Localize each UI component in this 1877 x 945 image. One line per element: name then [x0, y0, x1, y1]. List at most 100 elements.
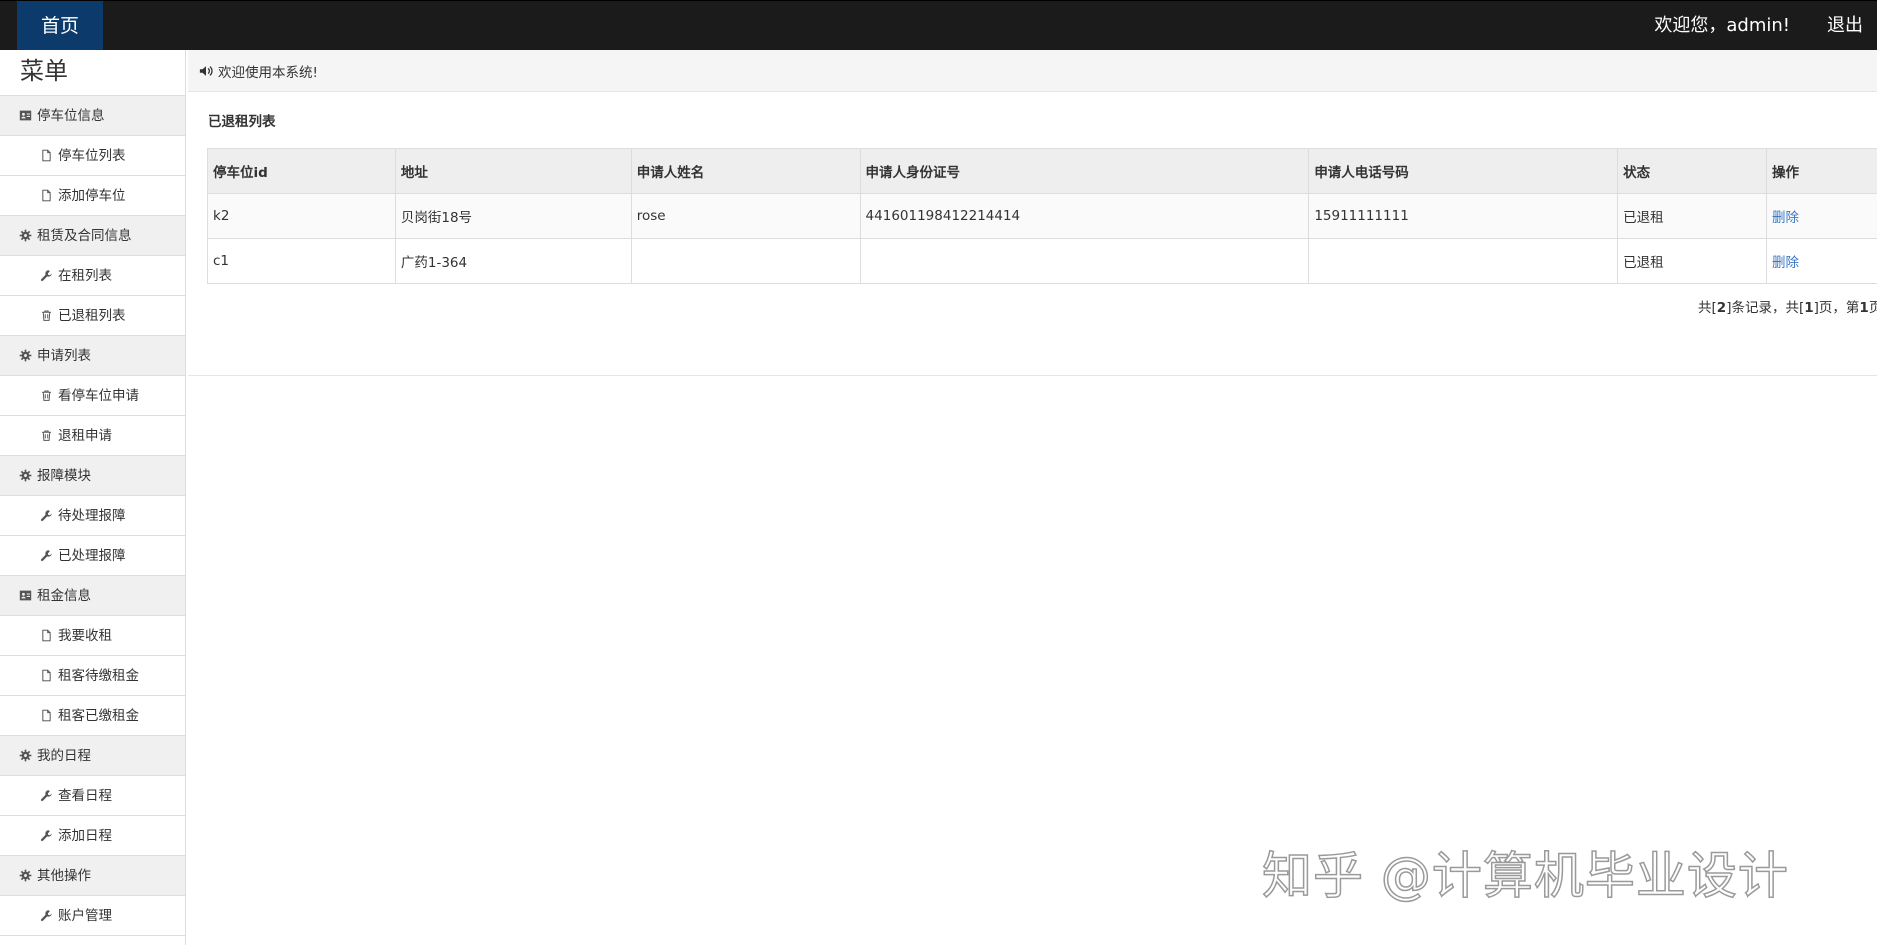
sidebar-item-label: 退租申请	[58, 427, 112, 444]
cell-address: 贝岗街18号	[394, 193, 632, 239]
gear-icon	[17, 868, 33, 884]
sidebar-item-5-0[interactable]: 查看日程	[0, 776, 185, 816]
sidebar-group-label: 报障模块	[37, 467, 91, 484]
file-icon	[38, 628, 54, 644]
trash-icon	[38, 428, 54, 444]
delete-link[interactable]: 删除	[1772, 210, 1799, 226]
sidebar-group-label: 停车位信息	[37, 107, 105, 124]
col-header-id-number: 申请人身份证号	[859, 148, 1310, 194]
cell-parking-id: k2	[207, 193, 396, 239]
file-icon	[38, 708, 54, 724]
cell-action: 删除	[1766, 193, 1877, 239]
col-header-address: 地址	[394, 148, 632, 194]
sidebar-group-6[interactable]: 其他操作	[0, 856, 185, 896]
sidebar-item-4-0[interactable]: 我要收租	[0, 616, 185, 656]
panel-title: 已退租列表	[208, 114, 276, 130]
sidebar-item-1-1[interactable]: 已退租列表	[0, 296, 185, 336]
menu-list: 停车位信息停车位列表添加停车位租赁及合同信息 在租列表已退租列表申请列表看停车位申…	[0, 96, 185, 936]
sidebar-menu: 菜单 停车位信息停车位列表添加停车位租赁及合同信息 在租列表已退租列表申请列表看停…	[0, 50, 186, 945]
sidebar-item-label: 租客已缴租金	[58, 707, 139, 724]
sidebar-group-3[interactable]: 报障模块	[0, 456, 185, 496]
welcome-text: 欢迎您，admin!	[1654, 15, 1790, 36]
sidebar-item-1-0[interactable]: 在租列表	[0, 256, 185, 296]
cell-phone	[1308, 238, 1619, 284]
sidebar-item-label: 已退租列表	[58, 307, 126, 324]
col-header-phone: 申请人电话号码	[1308, 148, 1619, 194]
cell-id-number: 441601198412214414	[859, 193, 1310, 239]
file-icon	[38, 668, 54, 684]
sidebar-item-label: 添加停车位	[58, 187, 126, 204]
sidebar-item-label: 账户管理	[58, 907, 112, 924]
sidebar-group-label: 申请列表	[37, 347, 91, 364]
sidebar-item-label: 停车位列表	[58, 147, 126, 164]
file-icon	[38, 148, 54, 164]
cell-id-number	[859, 238, 1310, 284]
sidebar-item-label: 在租列表	[58, 267, 112, 284]
gear-icon	[17, 228, 33, 244]
sidebar-group-5[interactable]: 我的日程	[0, 736, 185, 776]
list-panel: 已退租列表 停车位id 地址 申请人姓名 申请人身份证号 申请人电话号码 状态	[188, 92, 1877, 376]
cell-action: 删除	[1766, 238, 1877, 284]
table-header-row: 停车位id 地址 申请人姓名 申请人身份证号 申请人电话号码 状态 操作	[207, 148, 1877, 194]
wrench-icon	[38, 548, 54, 564]
total-records: 2	[1716, 300, 1727, 316]
top-navbar: 首页 欢迎您，admin! 退出	[0, 0, 1877, 51]
gear-icon	[17, 468, 33, 484]
sidebar-item-label: 添加日程	[58, 827, 112, 844]
cell-status: 已退租	[1617, 238, 1768, 284]
sidebar-group-1[interactable]: 租赁及合同信息	[0, 216, 185, 256]
main-content: 欢迎使用本系统! 已退租列表 停车位id 地址 申请人姓名 申请人身份证号 申请	[188, 50, 1877, 945]
sidebar-item-4-1[interactable]: 租客待缴租金	[0, 656, 185, 696]
cell-applicant-name	[630, 238, 861, 284]
wrench-icon	[38, 828, 54, 844]
sidebar-item-2-1[interactable]: 退租申请	[0, 416, 185, 456]
col-header-applicant-name: 申请人姓名	[630, 148, 861, 194]
terminated-lease-table: 停车位id 地址 申请人姓名 申请人身份证号 申请人电话号码 状态 操作 k2 …	[207, 148, 1877, 284]
sidebar-item-0-1[interactable]: 添加停车位	[0, 176, 185, 216]
cell-applicant-name: rose	[630, 193, 861, 239]
pagination-info: 共[2]条记录，共[1]页，第1页	[1698, 296, 1877, 316]
sidebar-group-4[interactable]: 租金信息	[0, 576, 185, 616]
wrench-icon	[38, 908, 54, 924]
total-pages: 1	[1804, 300, 1814, 316]
cell-parking-id: c1	[207, 238, 396, 284]
sidebar-item-3-1[interactable]: 已处理报障	[0, 536, 185, 576]
wrench-icon	[38, 268, 54, 284]
notice-text: 欢迎使用本系统!	[218, 64, 318, 81]
pagination-text: 共[	[1698, 300, 1717, 316]
sidebar-group-label: 我的日程	[37, 747, 91, 764]
sidebar-item-2-0[interactable]: 看停车位申请	[0, 376, 185, 416]
cell-phone: 15911111111	[1308, 193, 1619, 239]
menu-title: 菜单	[0, 50, 185, 96]
sidebar-item-6-0[interactable]: 账户管理	[0, 896, 185, 936]
pagination-text: 页	[1868, 300, 1877, 316]
sidebar-item-0-0[interactable]: 停车位列表	[0, 136, 185, 176]
col-header-status: 状态	[1617, 148, 1768, 194]
sidebar-item-3-0[interactable]: 待处理报障	[0, 496, 185, 536]
cell-status: 已退租	[1617, 193, 1768, 239]
logout-link[interactable]: 退出	[1827, 1, 1863, 51]
delete-link[interactable]: 删除	[1772, 255, 1799, 271]
sidebar-item-label: 查看日程	[58, 787, 112, 804]
gear-icon	[17, 348, 33, 364]
sidebar-item-4-2[interactable]: 租客已缴租金	[0, 696, 185, 736]
table-row: k2 贝岗街18号 rose 441601198412214414 159111…	[207, 193, 1877, 239]
sidebar-item-label: 已处理报障	[58, 547, 126, 564]
sidebar-item-label: 租客待缴租金	[58, 667, 139, 684]
pagination-text: ]页，第	[1813, 300, 1860, 316]
wrench-icon	[38, 508, 54, 524]
sidebar-item-label: 看停车位申请	[58, 387, 139, 404]
sidebar-group-0[interactable]: 停车位信息	[0, 96, 185, 136]
sidebar-group-2[interactable]: 申请列表	[0, 336, 185, 376]
id-card-icon	[17, 588, 33, 604]
gear-icon	[17, 748, 33, 764]
home-tab[interactable]: 首页	[17, 1, 103, 51]
sidebar-item-label: 我要收租	[58, 627, 112, 644]
cell-address: 广药1-364	[394, 238, 632, 284]
sidebar-item-5-1[interactable]: 添加日程	[0, 816, 185, 856]
watermark-text: 知乎 @计算机毕业设计	[1261, 846, 1789, 906]
trash-icon	[38, 388, 54, 404]
id-card-icon	[17, 108, 33, 124]
sidebar-group-label: 租赁及合同信息	[37, 227, 132, 244]
wrench-icon	[38, 788, 54, 804]
